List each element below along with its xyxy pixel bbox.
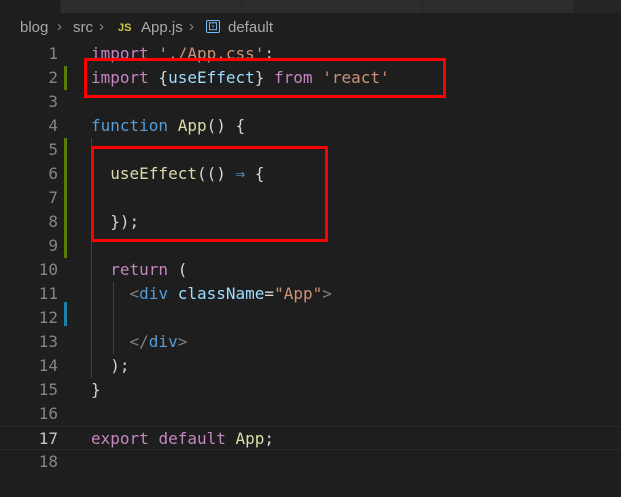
line-number: 13 [38, 332, 58, 351]
code-token: App [177, 116, 207, 135]
code-token: export [91, 429, 149, 448]
code-token: () { [206, 116, 246, 135]
code-text: return ( [91, 258, 187, 282]
added-lines-marker [64, 138, 67, 258]
code-token: > [322, 284, 332, 303]
code-line[interactable]: 4 function App() { [0, 114, 621, 138]
code-line[interactable]: 13 </div> [0, 330, 621, 354]
code-editor[interactable]: 18 17 export default App; 16 15} 14 ); 13 </di… [0, 42, 621, 497]
line-number: 3 [48, 92, 58, 111]
code-text: } [91, 378, 101, 402]
tab-2[interactable] [61, 0, 242, 13]
code-token: ; [264, 429, 275, 448]
code-token: "App" [274, 284, 323, 303]
code-line[interactable]: 15} [0, 378, 621, 402]
code-token: div [148, 332, 178, 351]
code-token: } [91, 380, 101, 399]
line-number: 2 [48, 68, 58, 87]
indent-guide [113, 282, 114, 354]
code-token: </ [129, 332, 149, 351]
code-text: export default App; [91, 427, 274, 451]
code-token: function [91, 116, 169, 135]
code-line[interactable]: 16 [0, 402, 621, 426]
modified-line-marker [64, 302, 67, 326]
added-line-marker [64, 66, 67, 90]
code-text: function App() { [91, 114, 245, 138]
breadcrumb-folder-blog[interactable]: blog [20, 19, 48, 36]
line-number: 17 [38, 429, 58, 448]
line-number: 14 [38, 356, 58, 375]
code-token: ); [91, 356, 130, 375]
line-number: 6 [48, 164, 58, 183]
code-token: App [235, 429, 265, 448]
chevron-right-icon: › [57, 18, 62, 35]
line-number: 16 [38, 404, 58, 423]
code-token: div [139, 284, 169, 303]
highlight-box-import [84, 58, 446, 98]
highlight-box-useeffect [91, 146, 328, 242]
tab-app-js[interactable] [0, 0, 61, 13]
chevron-right-icon: › [99, 18, 104, 35]
breadcrumb-symbol[interactable]: default [228, 19, 273, 36]
breadcrumb-file[interactable]: App.js [141, 19, 183, 36]
line-number: 10 [38, 260, 58, 279]
tab-4[interactable] [423, 0, 574, 13]
code-token: return [110, 260, 169, 279]
line-number: 1 [48, 44, 58, 63]
code-token: className [177, 284, 265, 303]
line-number: 18 [38, 452, 58, 471]
code-token: = [264, 284, 275, 303]
line-number: 5 [48, 140, 58, 159]
code-line[interactable]: 11 <div className="App"> [0, 282, 621, 306]
code-token: > [177, 332, 188, 351]
code-line[interactable]: 14 ); [0, 354, 621, 378]
tab-3[interactable] [242, 0, 423, 13]
code-text: <div className="App"> [91, 282, 332, 306]
code-token: default [158, 429, 226, 448]
line-number: 7 [48, 188, 58, 207]
tab-strip [0, 0, 621, 13]
line-number: 11 [38, 284, 58, 303]
code-text: </div> [91, 330, 188, 354]
code-token: < [129, 284, 140, 303]
breadcrumb-folder-src[interactable]: src [73, 19, 93, 36]
javascript-file-icon: JS [118, 22, 132, 34]
line-number: 9 [48, 236, 58, 255]
line-number: 8 [48, 212, 58, 231]
code-line[interactable]: 10 return ( [0, 258, 621, 282]
code-line[interactable]: 12 [0, 306, 621, 330]
line-number: 12 [38, 308, 58, 327]
code-text: ); [91, 354, 130, 378]
code-line[interactable]: 17 export default App; [0, 426, 621, 450]
chevron-right-icon: › [189, 18, 194, 35]
code-line[interactable]: 18 [0, 450, 621, 474]
line-number: 4 [48, 116, 58, 135]
breadcrumb: blog › src › JS App.js › ⊡ default [0, 14, 621, 42]
code-token: ( [168, 260, 188, 279]
symbol-method-icon: ⊡ [206, 19, 221, 33]
line-number: 15 [38, 380, 58, 399]
